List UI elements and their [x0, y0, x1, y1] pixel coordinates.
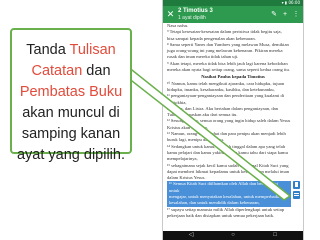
highlighted-line[interactable]: kesalahan, dan untuk mendidik dalam kebe… [167, 200, 291, 207]
more-menu-icon[interactable]: ⋮ [291, 9, 301, 20]
chapter-title: 2 Timotius 3 [178, 8, 213, 14]
back-icon[interactable]: ◁ [181, 231, 201, 240]
callout-text: Tanda Tulisan Catatan dan Pembatas Buku … [12, 40, 130, 166]
verse-line: mereka akan nyata bagi setiap orang, sam… [167, 67, 290, 73]
bible-text: Nasa nafsu. ⁹ Tetapi kesesatan-kesesatan… [163, 23, 303, 231]
selection-count: 1 ayat dipilih [178, 15, 206, 21]
callout-emphasis-bookmark: Pembatas Buku [19, 84, 123, 100]
callout-text-part: dan [82, 63, 111, 79]
verse-line: ¹⁷ supaya setiap manusia milik Allah dip… [167, 206, 285, 212]
section-heading: Nasihat Paulus kepada Timotius [201, 74, 265, 80]
pencil-icon[interactable]: ✎ [269, 9, 279, 20]
note-icon[interactable] [293, 191, 300, 200]
verse-line: ¹⁴ Sedangkan untuk kamu, tetaplah tingga… [167, 143, 286, 149]
home-icon[interactable]: ○ [223, 231, 243, 240]
app-bar: ✕ 2 Timotius 3 1 ayat dipilih ✎ + ⋮ [163, 6, 303, 23]
add-icon[interactable]: + [280, 9, 290, 20]
android-nav-bar: ◁ ○ □ [163, 231, 303, 240]
bookmark-icon[interactable] [293, 181, 300, 190]
recent-apps-icon[interactable]: □ [265, 231, 285, 240]
callout-text-part: Tanda [26, 42, 70, 58]
phone-screen: ▾ ▮ 06:00 ✕ 2 Timotius 3 1 ayat dipilih … [163, 0, 303, 240]
callout-text-part: akan muncul di samping kanan ayat yang d… [16, 105, 125, 163]
verse-line: ¹² Sesungguhnya, semua orang yang ingin … [167, 118, 291, 124]
verse-line: ¹¹ penganiayaan-penganiayaan dan penderi… [167, 93, 285, 105]
verse-line: pekerjaan baik dan disiapkan untuk semua… [167, 212, 275, 218]
highlighted-line[interactable]: ¹⁶ Semua Kitab Suci diilhamkan oleh Alla… [167, 181, 291, 195]
selected-verse[interactable]: ¹⁶ Semua Kitab Suci diilhamkan oleh Alla… [163, 181, 303, 207]
callout-bubble: Tanda Tulisan Catatan dan Pembatas Buku … [10, 28, 132, 163]
close-icon[interactable]: ✕ [165, 8, 176, 21]
verse-line: ¹⁵ sebagaimana sejak kecil kamu sudah me… [167, 162, 289, 168]
